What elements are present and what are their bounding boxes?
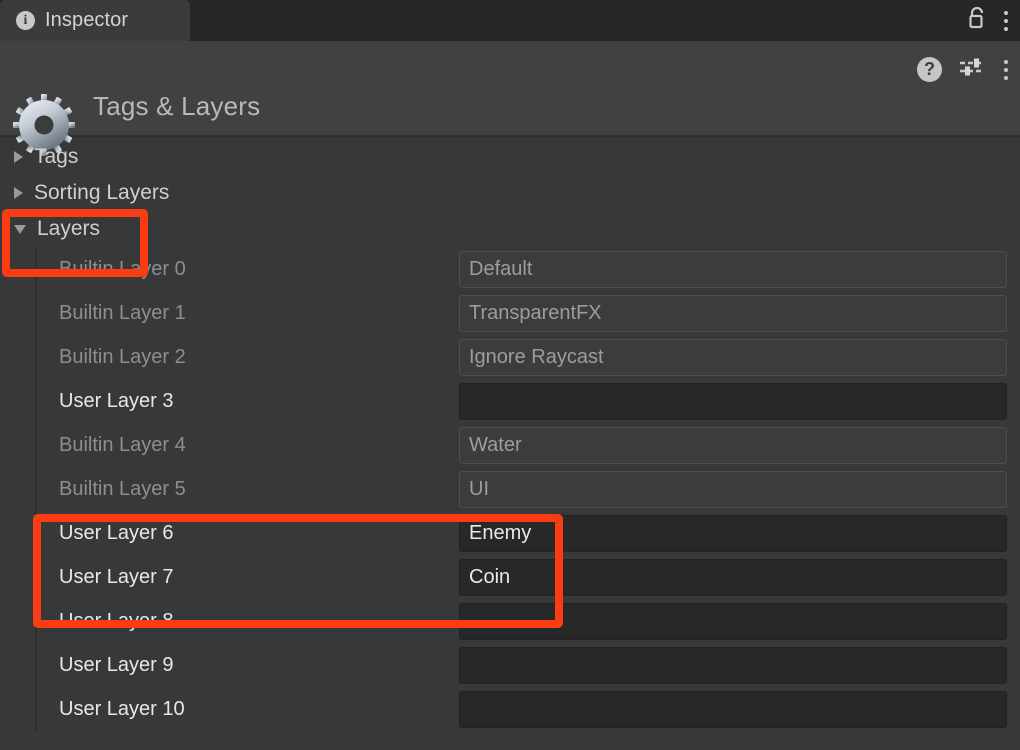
layer-row: User Layer 8 bbox=[36, 599, 1020, 643]
layer-name-readonly: Water bbox=[459, 426, 1007, 464]
layer-name-input[interactable]: Coin bbox=[459, 558, 1007, 596]
layer-row-label: Builtin Layer 5 bbox=[59, 477, 186, 500]
layer-row: User Layer 3 bbox=[36, 379, 1020, 423]
layer-row-label: User Layer 3 bbox=[59, 389, 174, 412]
layer-name-input[interactable] bbox=[459, 602, 1007, 640]
tab-bar: i Inspector bbox=[0, 0, 1020, 41]
object-header-actions: ? bbox=[917, 55, 1010, 84]
foldout-tags-label: Tags bbox=[34, 145, 79, 168]
tab-inspector-label: Inspector bbox=[45, 9, 129, 31]
layer-name-input[interactable]: Enemy bbox=[459, 514, 1007, 552]
layer-row: Builtin Layer 4 Water bbox=[36, 423, 1020, 467]
layer-row-label: Builtin Layer 1 bbox=[59, 301, 186, 324]
preset-sliders-icon[interactable] bbox=[958, 55, 986, 84]
page-title: Tags & Layers bbox=[93, 91, 261, 121]
foldout-sorting-layers[interactable]: Sorting Layers bbox=[0, 175, 1020, 211]
help-question-icon[interactable]: ? bbox=[917, 57, 942, 82]
layer-name-input[interactable] bbox=[459, 690, 1007, 728]
layer-row-label: User Layer 6 bbox=[59, 521, 174, 544]
layer-name-input[interactable] bbox=[459, 382, 1007, 420]
foldout-tags[interactable]: Tags bbox=[0, 139, 1020, 175]
foldout-layers-label: Layers bbox=[37, 217, 101, 240]
layer-row: Builtin Layer 5 UI bbox=[36, 467, 1020, 511]
layer-row-label: User Layer 10 bbox=[59, 697, 185, 720]
list-divider bbox=[35, 247, 37, 731]
layer-name-readonly: Ignore Raycast bbox=[459, 338, 1007, 376]
chevron-down-icon bbox=[14, 224, 26, 234]
layer-row: Builtin Layer 1 TransparentFX bbox=[36, 291, 1020, 335]
layer-name-readonly: UI bbox=[459, 470, 1007, 508]
info-circle-icon: i bbox=[16, 11, 35, 30]
layer-row-label: Builtin Layer 2 bbox=[59, 345, 186, 368]
layer-name-input[interactable] bbox=[459, 646, 1007, 684]
object-header: Tags & Layers ? bbox=[0, 41, 1020, 156]
layer-row-label: Builtin Layer 4 bbox=[59, 433, 186, 456]
chevron-right-icon bbox=[14, 151, 23, 163]
layer-name-readonly: TransparentFX bbox=[459, 294, 1007, 332]
foldout-layers[interactable]: Layers bbox=[0, 211, 1020, 247]
inspector-body: Tags Sorting Layers Layers Builtin Layer… bbox=[0, 139, 1020, 731]
layer-row-label: User Layer 9 bbox=[59, 653, 174, 676]
layer-row: User Layer 6 Enemy bbox=[36, 511, 1020, 555]
layer-row: Builtin Layer 2 Ignore Raycast bbox=[36, 335, 1020, 379]
layer-row: User Layer 7 Coin bbox=[36, 555, 1020, 599]
unlocked-padlock-icon[interactable] bbox=[966, 6, 988, 35]
layer-row-label: Builtin Layer 0 bbox=[59, 257, 186, 280]
tab-bar-actions bbox=[966, 0, 1020, 41]
inspector-window: i Inspector Tags & Layers ? Tags Sorting… bbox=[0, 0, 1020, 750]
tab-inspector[interactable]: i Inspector bbox=[0, 0, 190, 41]
chevron-right-icon bbox=[14, 187, 23, 199]
layer-row-label: User Layer 8 bbox=[59, 609, 174, 632]
layer-row: User Layer 10 bbox=[36, 687, 1020, 731]
layer-row-label: User Layer 7 bbox=[59, 565, 174, 588]
layer-row: User Layer 9 bbox=[36, 643, 1020, 687]
foldout-sorting-layers-label: Sorting Layers bbox=[34, 181, 170, 204]
kebab-menu-icon-tabbar[interactable] bbox=[1002, 9, 1010, 33]
kebab-menu-icon-header[interactable] bbox=[1002, 58, 1010, 82]
layer-name-readonly: Default bbox=[459, 250, 1007, 288]
layers-list: Builtin Layer 0 Default Builtin Layer 1 Tra… bbox=[0, 247, 1020, 731]
layer-row: Builtin Layer 0 Default bbox=[36, 247, 1020, 291]
